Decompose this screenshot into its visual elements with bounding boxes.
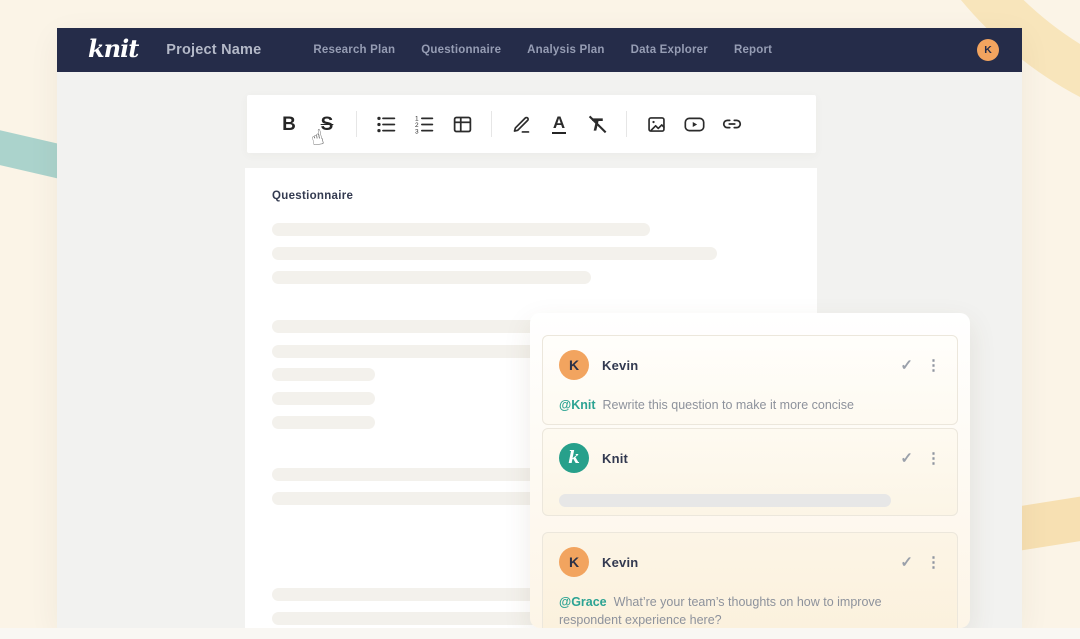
kebab-menu-icon[interactable]: ⋮ <box>926 451 941 466</box>
comment-header: K Kevin ✓ ⋮ <box>559 350 941 380</box>
table-button[interactable] <box>445 107 479 141</box>
user-avatar[interactable]: K <box>977 39 999 61</box>
numbered-list-button[interactable]: 1 2 3 <box>407 107 441 141</box>
nav-item-report[interactable]: Report <box>734 44 772 56</box>
kebab-menu-icon[interactable]: ⋮ <box>926 555 941 570</box>
table-icon <box>453 116 471 132</box>
svg-text:3: 3 <box>415 128 419 135</box>
comment-header: k Knit ✓ ⋮ <box>559 443 941 473</box>
image-icon <box>647 116 665 132</box>
text-skeleton-line <box>272 416 375 429</box>
app-window: knit Project Name Research Plan Question… <box>57 28 1022 628</box>
resolve-check-icon[interactable]: ✓ <box>900 555 913 570</box>
toolbar-divider <box>491 111 492 137</box>
insert-image-button[interactable] <box>639 107 673 141</box>
project-name: Project Name <box>166 42 262 58</box>
nav-item-data-explorer[interactable]: Data Explorer <box>631 44 708 56</box>
text-skeleton-line <box>272 223 650 236</box>
highlight-pen-button[interactable] <box>504 107 538 141</box>
link-icon <box>722 119 742 129</box>
bottom-edge-strip <box>0 628 1080 639</box>
comment-card[interactable]: K Kevin ✓ ⋮ @Knit Rewrite this question t… <box>542 335 958 425</box>
clear-formatting-button[interactable] <box>580 107 614 141</box>
avatar: K <box>559 547 589 577</box>
insert-video-button[interactable] <box>677 107 711 141</box>
bullet-list-icon <box>376 116 395 132</box>
insert-link-button[interactable] <box>715 107 749 141</box>
text-skeleton-line <box>272 368 375 381</box>
text-color-button[interactable]: A <box>542 107 576 141</box>
text-skeleton-line <box>272 271 591 284</box>
text-skeleton-line <box>272 392 375 405</box>
comment-author: Kevin <box>602 357 639 373</box>
nav-item-research-plan[interactable]: Research Plan <box>313 44 395 56</box>
toolbar-divider <box>356 111 357 137</box>
comment-body: @Grace What’re your team’s thoughts on ho… <box>559 593 921 628</box>
avatar: K <box>559 350 589 380</box>
comment-body: @Knit Rewrite this question to make it mo… <box>559 396 921 414</box>
comment-text: Rewrite this question to make it more co… <box>602 398 855 412</box>
comment-author: Knit <box>602 450 629 466</box>
top-nav-bar: knit Project Name Research Plan Question… <box>57 28 1022 72</box>
comment-card[interactable]: k Knit ✓ ⋮ <box>542 428 958 516</box>
comment-card[interactable]: K Kevin ✓ ⋮ @Grace What’re your team’s th… <box>542 532 958 628</box>
resolve-check-icon[interactable]: ✓ <box>900 451 913 466</box>
nav-links: Research Plan Questionnaire Analysis Pla… <box>313 44 772 56</box>
document-title: Questionnaire <box>272 190 354 202</box>
nav-item-analysis-plan[interactable]: Analysis Plan <box>527 44 604 56</box>
knit-logo: knit <box>88 33 139 63</box>
numbered-list-icon: 1 2 3 <box>415 115 433 135</box>
nav-item-questionnaire[interactable]: Questionnaire <box>421 44 501 56</box>
comments-panel: K Kevin ✓ ⋮ @Knit Rewrite this question t… <box>530 313 970 628</box>
comment-text: What’re your team’s thoughts on how to i… <box>559 595 882 628</box>
editor-toolbar: B S 1 2 3 A ☝ <box>247 95 816 153</box>
bold-button[interactable]: B <box>272 107 306 141</box>
clear-formatting-icon <box>588 115 606 133</box>
knit-bot-avatar: k <box>559 443 589 473</box>
pencil-icon <box>513 116 529 133</box>
comment-skeleton-line <box>559 494 891 507</box>
mention-link[interactable]: @Knit <box>559 398 596 412</box>
comment-header: K Kevin ✓ ⋮ <box>559 547 941 577</box>
mention-link[interactable]: @Grace <box>559 595 607 609</box>
kebab-menu-icon[interactable]: ⋮ <box>926 358 941 373</box>
toolbar-divider <box>626 111 627 137</box>
comment-author: Kevin <box>602 554 639 570</box>
video-icon <box>683 117 705 131</box>
bullet-list-button[interactable] <box>369 107 403 141</box>
text-skeleton-line <box>272 247 717 260</box>
resolve-check-icon[interactable]: ✓ <box>900 358 913 373</box>
page-background: knit Project Name Research Plan Question… <box>0 0 1080 639</box>
